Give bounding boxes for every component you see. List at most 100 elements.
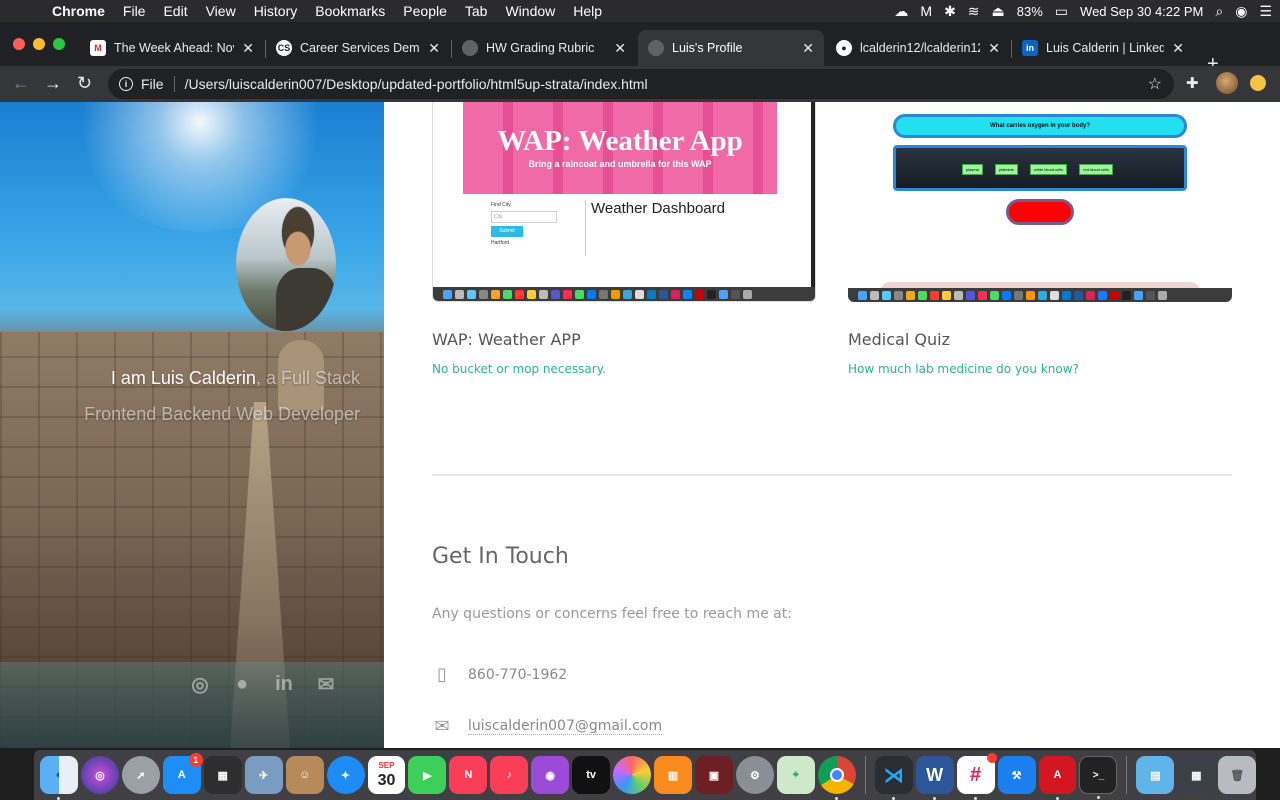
tab-github-repo[interactable]: ● lcalderin12/lcalderin12 ✕ xyxy=(826,30,1010,66)
close-tab-icon[interactable]: ✕ xyxy=(1172,40,1184,57)
github-icon[interactable]: ● xyxy=(230,672,254,696)
site-info-icon[interactable]: i xyxy=(119,77,133,91)
quiz-question: What carries oxygen in your body? xyxy=(893,114,1187,138)
gmail-icon: M xyxy=(90,40,106,56)
quiz-submit-button xyxy=(1006,199,1074,225)
creative-cloud-icon[interactable]: ☁ xyxy=(894,3,908,20)
close-tab-icon[interactable]: ✕ xyxy=(428,40,440,57)
close-tab-icon[interactable]: ✕ xyxy=(614,40,626,57)
close-tab-icon[interactable]: ✕ xyxy=(988,40,1000,57)
thumbnail-dock-strip xyxy=(433,287,815,301)
contact-email-link[interactable]: luiscalderin007@gmail.com xyxy=(468,718,663,735)
siri-icon[interactable]: ◎ xyxy=(80,756,119,794)
instagram-icon[interactable]: ◎ xyxy=(188,672,212,696)
project-title-medical-quiz[interactable]: Medical Quiz xyxy=(848,330,950,349)
podcasts-icon[interactable]: ◉ xyxy=(531,756,570,794)
facetime-icon[interactable]: ▶ xyxy=(408,756,447,794)
contacts-icon[interactable]: ☺ xyxy=(285,756,324,794)
bluetooth-icon[interactable]: ✱ xyxy=(944,3,956,20)
word-icon[interactable]: W xyxy=(915,756,954,800)
terminal-icon[interactable]: >_ xyxy=(1079,756,1118,799)
mobile-phone-icon: ▯ xyxy=(437,664,447,685)
extensions-puzzle-icon[interactable]: ✚ xyxy=(1186,74,1199,92)
trash-icon[interactable]: 🗑 xyxy=(1218,756,1257,794)
malwarebytes-icon[interactable]: M xyxy=(920,3,932,19)
eject-icon[interactable]: ⏏ xyxy=(992,3,1005,20)
extension-badge-icon[interactable] xyxy=(1250,75,1266,91)
mail-icon[interactable]: ✈ xyxy=(244,756,283,794)
spotlight-search-icon[interactable]: ⌕ xyxy=(1215,3,1223,20)
menu-help[interactable]: Help xyxy=(565,3,612,19)
project-title-weather-app[interactable]: WAP: Weather APP xyxy=(432,330,581,349)
weather-form-label: Find City xyxy=(491,202,511,208)
siri-menubar-icon[interactable]: ◉ xyxy=(1235,3,1247,20)
linkedin-icon[interactable]: in xyxy=(272,672,296,696)
system-preferences-icon[interactable]: ⚙ xyxy=(735,756,774,794)
battery-percent[interactable]: 83% xyxy=(1017,4,1043,19)
finder-icon[interactable]: ◐ xyxy=(40,756,78,800)
reload-icon[interactable]: ↻ xyxy=(77,73,92,93)
menu-edit[interactable]: Edit xyxy=(155,3,197,19)
weather-divider xyxy=(585,200,586,256)
tab-title: Luis Calderin | LinkedIn xyxy=(1046,41,1165,55)
apple-tv-icon[interactable]: tv xyxy=(572,756,611,794)
menu-window[interactable]: Window xyxy=(497,3,565,19)
menu-view[interactable]: View xyxy=(198,3,246,19)
close-tab-icon[interactable]: ✕ xyxy=(242,40,254,57)
launchpad-icon[interactable]: ➚ xyxy=(121,756,160,794)
notification-center-icon[interactable]: ☰ xyxy=(1259,3,1272,20)
photo-booth-icon[interactable]: ▦ xyxy=(203,756,242,794)
calendar-icon[interactable]: SEP 30 xyxy=(367,756,406,794)
forward-arrow-icon[interactable]: → xyxy=(44,73,62,93)
section-divider xyxy=(432,474,1232,476)
tab-linkedin[interactable]: in Luis Calderin | LinkedIn ✕ xyxy=(1012,30,1194,66)
project-thumbnail-medical-quiz[interactable]: What carries oxygen in your body? plasma… xyxy=(848,102,1232,302)
photos-icon[interactable] xyxy=(613,756,652,794)
globe-icon xyxy=(648,40,664,56)
url-text[interactable]: /Users/luiscalderin007/Desktop/updated-p… xyxy=(185,76,648,92)
battery-icon[interactable]: ▭ xyxy=(1055,3,1068,20)
tab-luis-profile[interactable]: Luis's Profile ✕ xyxy=(638,30,824,66)
weather-banner-title: WAP: Weather App xyxy=(497,125,743,157)
chrome-icon[interactable] xyxy=(817,756,856,800)
address-bar[interactable]: i File /Users/luiscalderin007/Desktop/up… xyxy=(108,69,1174,99)
menubar-clock[interactable]: Wed Sep 30 4:22 PM xyxy=(1080,4,1203,19)
xcode-icon[interactable]: ⚒ xyxy=(997,756,1036,794)
window-controls xyxy=(13,38,65,50)
downloads-folder-icon[interactable]: ▤ xyxy=(1136,756,1175,794)
close-window-button[interactable] xyxy=(13,38,25,50)
menu-tab[interactable]: Tab xyxy=(457,3,498,19)
maps-icon[interactable]: ⌖ xyxy=(776,756,815,794)
vscode-icon[interactable]: ⋊ xyxy=(874,756,913,800)
bookmark-star-icon[interactable]: ☆ xyxy=(1148,74,1162,94)
menu-people[interactable]: People xyxy=(395,3,457,19)
weather-banner-subtitle: Bring a raincoat and umbrella for this W… xyxy=(528,159,712,169)
macos-dock: ◐ ◎ ➚ A1 ▦ ✈ ☺ ✦ SEP 30 ▶ N ♪ ◉ tv ▥ ▣ ⚙… xyxy=(34,750,1257,800)
menu-bookmarks[interactable]: Bookmarks xyxy=(307,3,395,19)
slack-icon[interactable]: # xyxy=(956,753,997,800)
screenshot-folder-icon[interactable]: ▦ xyxy=(1177,756,1216,794)
menu-history[interactable]: History xyxy=(246,3,308,19)
safari-icon[interactable]: ✦ xyxy=(326,756,365,794)
app-store-icon[interactable]: A1 xyxy=(162,753,203,794)
menu-app-chrome[interactable]: Chrome xyxy=(44,3,115,19)
wifi-icon[interactable]: ≋ xyxy=(968,3,980,20)
weather-city-history: Hartford xyxy=(491,240,510,246)
news-icon[interactable]: N xyxy=(449,756,488,794)
profile-avatar-icon[interactable] xyxy=(1216,72,1238,94)
menu-file[interactable]: File xyxy=(115,3,156,19)
close-tab-icon[interactable]: ✕ xyxy=(802,40,814,57)
fullscreen-window-button[interactable] xyxy=(53,38,65,50)
back-arrow-icon[interactable]: ← xyxy=(12,73,30,93)
envelope-icon[interactable]: ✉ xyxy=(314,672,338,696)
tab-hw-grading-rubric[interactable]: HW Grading Rubric ✕ xyxy=(452,30,636,66)
photo-slideshow-icon[interactable]: ▣ xyxy=(695,756,733,794)
acrobat-icon[interactable]: A xyxy=(1038,756,1077,800)
music-icon[interactable]: ♪ xyxy=(490,756,529,794)
project-thumbnail-weather-app[interactable]: WAP: Weather App Bring a raincoat and um… xyxy=(432,102,816,302)
books-icon[interactable]: ▥ xyxy=(654,756,692,794)
tab-gmail-week-ahead[interactable]: M The Week Ahead: Nov ✕ xyxy=(80,30,264,66)
minimize-window-button[interactable] xyxy=(33,38,45,50)
tab-career-services[interactable]: CS Career Services Demo ✕ xyxy=(266,30,450,66)
globe-icon xyxy=(462,40,478,56)
